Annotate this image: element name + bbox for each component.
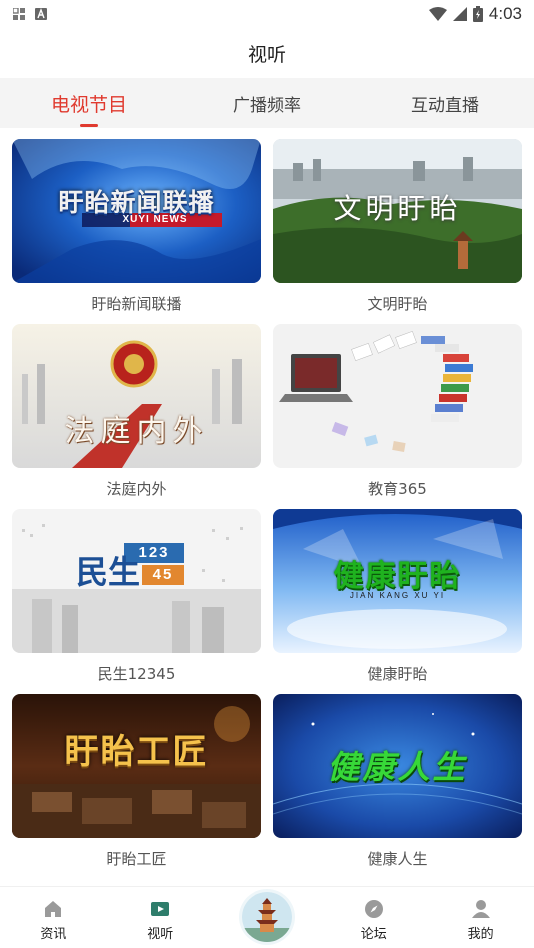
thumb-overlay-title: 文明盱眙 (333, 192, 462, 225)
program-card[interactable]: 健康人生 健康人生 (273, 694, 522, 879)
program-grid: 盱眙新闻联播 XUYI NEWS 盱眙新闻联播 文明盱眙 文明盱眙 法庭内外 法… (0, 128, 534, 879)
program-thumbnail[interactable]: 健康盱眙 JIAN KANG XU YI (273, 509, 522, 653)
compass-icon (364, 900, 383, 918)
program-thumbnail[interactable]: 盱眙新闻联播 XUYI NEWS (12, 139, 261, 283)
status-left (13, 8, 47, 20)
tab-active-indicator (80, 124, 98, 127)
program-thumbnail[interactable]: 民生 123 45 (12, 509, 261, 653)
thumb-overlay-title: 盱眙工匠 (64, 732, 209, 772)
program-card[interactable]: 教育365 (273, 324, 522, 509)
program-title: 盱眙工匠 (106, 850, 167, 868)
page-header: 视听 (0, 28, 534, 78)
program-card[interactable]: 盱眙新闻联播 XUYI NEWS 盱眙新闻联播 (12, 139, 261, 324)
education-365-thumb-image (273, 324, 522, 468)
battery-icon (472, 6, 483, 22)
font-a-icon (35, 8, 47, 20)
status-right: 4:03 (428, 4, 522, 24)
program-thumbnail[interactable]: 健康人生 (273, 694, 522, 838)
thumb-overlay-sub: 123 (138, 544, 170, 561)
status-bar: 4:03 (0, 0, 534, 28)
program-title: 文明盱眙 (367, 295, 428, 313)
wifi-icon (428, 7, 447, 21)
tab-live[interactable]: 互动直播 (356, 78, 534, 128)
program-title: 健康盱眙 (367, 665, 428, 683)
thumb-overlay-title: 健康人生 (327, 748, 468, 786)
program-card[interactable]: 法庭内外 法庭内外 (12, 324, 261, 509)
tab-label: 广播频率 (233, 95, 301, 116)
thumb-overlay-title: 健康盱眙 (333, 559, 462, 594)
pagoda-icon (241, 892, 292, 942)
nav-label: 论坛 (360, 927, 387, 942)
program-thumbnail[interactable] (273, 324, 522, 468)
nav-item-forum[interactable]: 论坛 (320, 898, 427, 948)
program-title: 民生12345 (97, 665, 176, 683)
program-title: 健康人生 (367, 850, 428, 868)
nav-item-media[interactable]: 视听 (107, 898, 214, 948)
bottom-navigation: 资讯 视听 论坛 我的 (0, 886, 534, 948)
program-thumbnail[interactable]: 盱眙工匠 (12, 694, 261, 838)
nav-label: 我的 (467, 927, 494, 942)
thumb-overlay-sub: XUYI NEWS (122, 214, 188, 225)
program-thumbnail[interactable]: 法庭内外 (12, 324, 261, 468)
nav-label: 视听 (147, 927, 174, 942)
thumb-overlay-sub2: 45 (152, 566, 174, 583)
thumb-overlay-sub: JIAN KANG XU YI (349, 591, 446, 600)
nav-item-profile[interactable]: 我的 (427, 898, 534, 948)
home-icon (45, 901, 62, 917)
tab-label: 电视节目 (50, 93, 127, 116)
user-icon (471, 900, 490, 918)
page-title: 视听 (247, 43, 286, 66)
tab-label: 互动直播 (411, 95, 479, 116)
program-card[interactable]: 健康盱眙 JIAN KANG XU YI 健康盱眙 (273, 509, 522, 694)
program-card[interactable]: 文明盱眙 文明盱眙 (273, 139, 522, 324)
program-card[interactable]: 民生 123 45 民生12345 (12, 509, 261, 694)
nav-item-center[interactable] (214, 892, 321, 948)
screen: 4:03 视听 电视节目 广播频率 互动直播 盱眙新闻联播 XUYI NEWS … (0, 0, 534, 948)
tab-bar: 电视节目 广播频率 互动直播 (0, 78, 534, 128)
tab-radio[interactable]: 广播频率 (178, 78, 356, 128)
nav-label: 资讯 (40, 927, 67, 942)
video-icon (151, 902, 170, 916)
thumb-overlay-title: 法庭内外 (64, 414, 209, 449)
program-thumbnail[interactable]: 文明盱眙 (273, 139, 522, 283)
program-title: 法庭内外 (106, 480, 167, 498)
program-title: 盱眙新闻联播 (91, 295, 182, 313)
signal-icon (452, 7, 467, 21)
notification-grid-icon (13, 8, 25, 20)
center-home-button[interactable] (241, 892, 292, 942)
program-card[interactable]: 盱眙工匠 盱眙工匠 (12, 694, 261, 879)
status-time: 4:03 (488, 4, 522, 23)
program-title: 教育365 (368, 480, 427, 498)
nav-item-news[interactable]: 资讯 (0, 898, 107, 948)
tab-tv-programs[interactable]: 电视节目 (0, 78, 178, 128)
